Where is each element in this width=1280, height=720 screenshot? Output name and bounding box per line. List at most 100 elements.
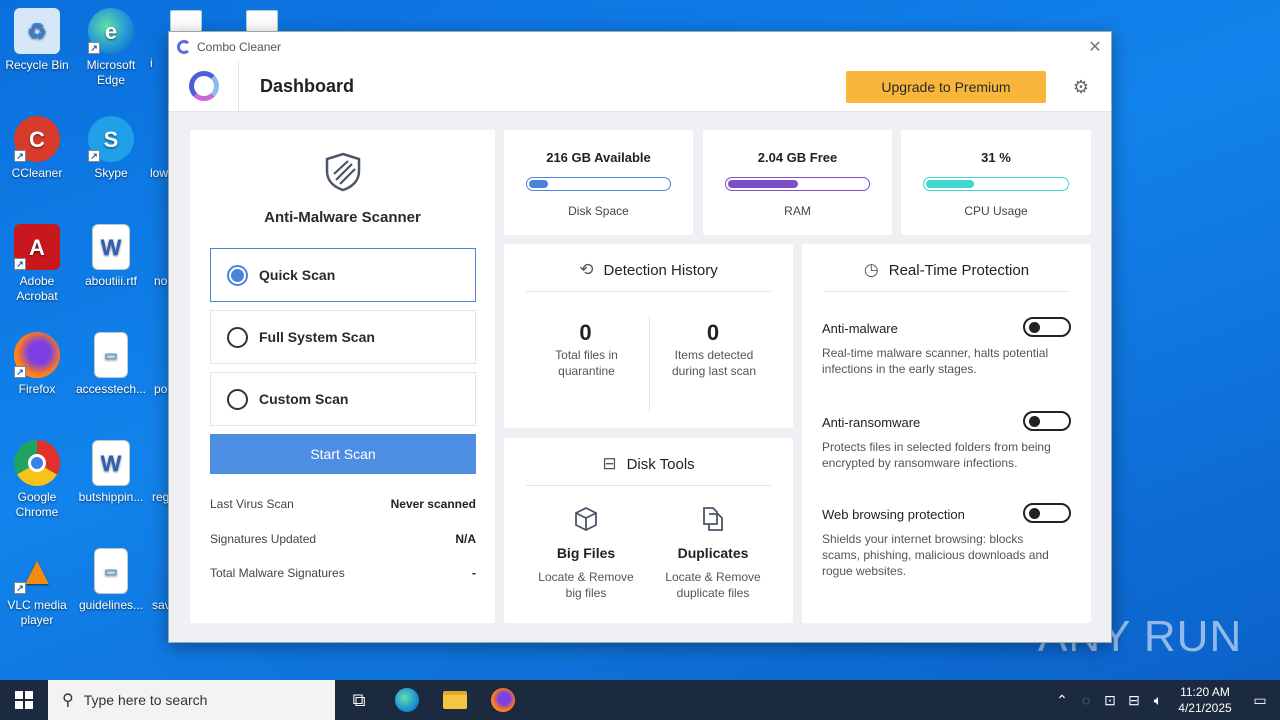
ccleaner-icon: C ↗ [14,116,60,162]
gear-icon[interactable]: ⚙ [1072,78,1090,96]
toggle-knob [1029,416,1040,427]
combo-cleaner-window: Combo Cleaner ✕ Dashboard Upgrade to Pre… [168,31,1112,643]
disk-drive-icon: ⊟ [602,454,617,473]
toggle-knob [1029,322,1040,333]
shield-icon [325,152,361,192]
big-files-desc: Locate & Remove big files [538,570,634,600]
disk-tools-header: ⊟ Disk Tools [602,454,695,473]
window-title: Combo Cleaner [197,39,282,54]
ram-bar [725,177,870,191]
upgrade-button[interactable]: Upgrade to Premium [846,71,1046,103]
cpu-fill [926,180,974,188]
anti-ransomware-toggle[interactable] [1023,411,1071,431]
divider [526,291,771,292]
windows-logo-icon [15,691,33,709]
system-tray: ⌃ ◌ ⊡ ⊟ 🔈︎ 11:20 AM 4/21/2025 ▭ [1050,680,1280,720]
history-icon: ⟲ [579,260,594,279]
network-icon[interactable]: ⊟ [1122,692,1146,709]
detected-label: Items detected during last scan [671,348,757,378]
desktop-icon-accesstech[interactable]: ▭ accesstech... [74,332,148,397]
detected-count: 0 [706,320,720,345]
ram-caption: RAM [784,204,811,218]
windows-start-button[interactable] [0,680,48,720]
rtp-header: ◷ Real-Time Protection [863,260,1030,279]
vlc-icon: ▲ ↗ [14,548,60,594]
cpu-caption: CPU Usage [964,204,1028,218]
notifications-icon[interactable]: ▭ [1240,692,1280,709]
web-browsing-toggle[interactable] [1023,503,1071,523]
skype-icon: S ↗ [88,116,134,162]
close-icon[interactable]: ✕ [1079,37,1111,57]
clock-icon: ◷ [863,260,879,279]
quarantine-count: 0 [579,320,592,345]
combo-cleaner-logo-icon [169,60,239,112]
desktop-icon-skype[interactable]: S ↗ Skype [74,116,148,181]
taskbar: ⚲ Type here to search ⧉ ⌃ ◌ ⊡ ⊟ 🔈︎ 11:20… [0,680,1280,720]
edge-taskbar-icon[interactable] [383,680,431,720]
task-view-icon[interactable]: ⧉ [335,680,383,720]
desktop-icon-butshippin[interactable]: W butshippin... [74,440,148,505]
disk-space-caption: Disk Space [568,204,629,218]
quick-scan-option[interactable]: Quick Scan [210,248,476,302]
recycle-bin-icon: ♻ [14,8,60,54]
custom-scan-option[interactable]: Custom Scan [210,372,476,426]
radio-button[interactable] [227,264,248,286]
duplicates-desc: Locate & Remove duplicate files [665,570,761,600]
desktop-file-icon[interactable] [246,10,278,32]
full-system-scan-option[interactable]: Full System Scan [210,310,476,364]
image-file-icon: ▭ [94,548,128,594]
clock[interactable]: 11:20 AM 4/21/2025 [1170,684,1240,716]
desktop-file-icon[interactable] [170,10,202,32]
anti-malware-toggle[interactable] [1023,317,1071,337]
scanner-title: Anti-Malware Scanner [264,209,421,226]
web-browsing-protection-desc: Shields your internet browsing: blocks s… [822,532,1049,578]
desktop-icon-ccleaner[interactable]: C ↗ CCleaner [0,116,74,181]
desktop-icon-firefox[interactable]: ↗ Firefox [0,332,74,397]
desktop-icon-vlc[interactable]: ▲ ↗ VLC media player [0,548,74,628]
edge-icon: e ↗ [88,8,134,54]
device-icon[interactable]: ⊡ [1098,692,1122,709]
image-file-icon: ▭ [94,332,128,378]
clock-time: 11:20 AM [1180,685,1230,699]
desktop-icon-guidelines[interactable]: ▭ guidelines... [74,548,148,613]
duplicate-files-icon [703,507,723,531]
box-icon [575,506,597,532]
firefox-taskbar-icon[interactable] [479,680,527,720]
detection-history-header: ⟲ Detection History [579,260,718,279]
scanner-card: Anti-Malware Scanner Quick Scan Full Sys… [190,130,495,623]
desktop-icon-chrome[interactable]: Google Chrome [0,440,74,520]
real-time-protection-card: ◷ Real-Time Protection Anti-malware Real… [802,244,1091,623]
word-doc-icon: W [92,224,130,270]
desktop-partial-label: low [150,166,169,180]
word-doc-icon: W [92,440,130,486]
chrome-icon [14,440,60,486]
radio-button[interactable] [227,326,248,348]
combo-cleaner-tray-icon[interactable]: ◌ [1074,692,1098,708]
disk-space-card: 216 GB Available Disk Space [504,130,693,235]
ram-fill [728,180,798,188]
toggle-knob [1029,508,1040,519]
desktop-icon-aboutiii[interactable]: W aboutiii.rtf [74,224,148,289]
duplicates-tool[interactable]: Duplicates Locate & Remove duplicate fil… [654,502,772,612]
file-explorer-icon[interactable] [431,680,479,720]
start-scan-button[interactable]: Start Scan [210,434,476,474]
chevron-up-icon[interactable]: ⌃ [1050,692,1074,709]
desktop-icon-edge[interactable]: e ↗ Microsoft Edge [74,8,148,88]
anti-ransomware-desc: Protects files in selected folders from … [822,440,1051,470]
divider [824,291,1069,292]
desktop-icon-adobe-acrobat[interactable]: A ↗ Adobe Acrobat [0,224,74,304]
desktop-icon-recycle-bin[interactable]: ♻ Recycle Bin [0,8,74,73]
search-icon: ⚲ [62,692,74,709]
disk-space-fill [529,180,549,188]
big-files-tool[interactable]: Big Files Locate & Remove big files [524,502,648,612]
page-title: Dashboard [260,75,355,96]
taskbar-search-box[interactable]: ⚲ Type here to search [48,680,335,720]
anti-malware-desc: Real-time malware scanner, halts potenti… [822,346,1049,376]
clock-date: 4/21/2025 [1178,701,1232,715]
cpu-card: 31 % CPU Usage [901,130,1091,235]
radio-button[interactable] [227,388,248,410]
title-bar: Combo Cleaner ✕ [169,32,1111,61]
quarantine-label: Total files in quarantine [555,348,618,378]
volume-icon[interactable]: 🔈︎ [1146,692,1170,709]
desktop-partial-label: i [150,56,153,70]
